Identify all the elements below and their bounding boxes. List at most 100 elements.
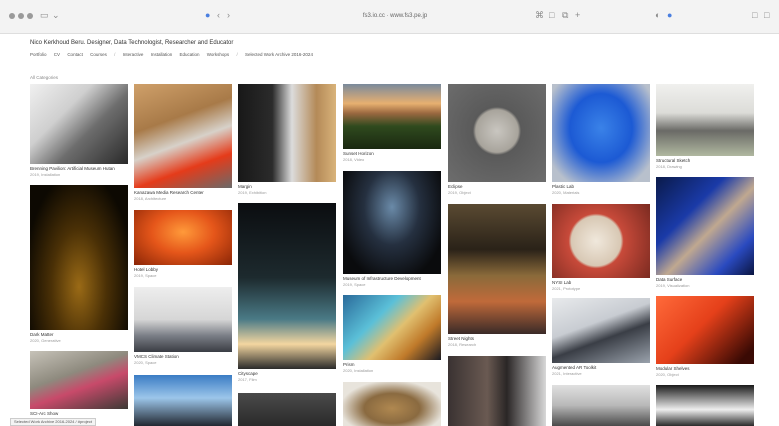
project-subtitle: 2020, Installation [343, 368, 374, 373]
nav-item[interactable]: Portfolio [30, 52, 47, 57]
project-title: Brenning Pavilion: Artificial Museum Hut… [30, 166, 115, 171]
project-tile[interactable] [134, 375, 232, 426]
project-subtitle: 2018, Drawing [656, 164, 682, 169]
browser-toolbar: ▭ ⌄ ● ‹ › fs3.io.cc · www.fs3.pe.jp ⌘ □ … [0, 0, 779, 34]
project-tile[interactable]: Hotel Lobby 2019, Space [134, 210, 232, 279]
maximize-window-button[interactable] [27, 13, 33, 19]
project-tile[interactable]: Kanazawa Media Research Center 2018, Arc… [134, 84, 232, 202]
project-image [552, 204, 650, 278]
nav-item[interactable]: CV [54, 52, 60, 57]
project-subtitle: 2020, Object [656, 372, 679, 377]
project-title: Augmented AR Toolkit [552, 365, 597, 370]
project-tile[interactable]: Structural Sketch 2018, Drawing [656, 84, 754, 170]
address-bar[interactable]: fs3.io.cc · www.fs3.pe.jp [330, 11, 460, 21]
nav-separator: / [236, 52, 238, 57]
project-tile[interactable]: Dark Matter 2020, Generative [30, 185, 128, 345]
project-title: Cityscape [238, 371, 258, 376]
nav-item[interactable]: Interactive [123, 52, 144, 57]
project-subtitle: 2019, Space [343, 282, 366, 287]
project-image [343, 295, 441, 360]
project-image [343, 171, 441, 274]
project-tile[interactable]: Sunset Horizon 2018, Video [343, 84, 441, 164]
menu-icon[interactable]: □ [764, 9, 769, 21]
project-tile[interactable]: Prism 2020, Installation [343, 295, 441, 375]
project-image [656, 177, 754, 275]
project-tile[interactable]: SCI-Arc Show 2021, Exhibition [30, 351, 128, 426]
project-image [448, 356, 546, 426]
project-subtitle: 2020, Space [134, 360, 157, 365]
project-image [656, 84, 754, 156]
project-title: Hotel Lobby [134, 267, 159, 272]
project-subtitle: 2018, Research [448, 342, 477, 347]
project-tile[interactable]: Street Nights 2018, Research [448, 204, 546, 349]
nav-item[interactable]: Selected Work Archive 2016-2024 [245, 52, 313, 57]
extension-icon[interactable]: ◐ [655, 9, 660, 21]
project-image [343, 84, 441, 149]
section-label: All Categories [30, 75, 59, 80]
project-image [134, 375, 232, 426]
project-tile[interactable]: Data Surface 2019, Visualization [656, 177, 754, 289]
project-image [134, 84, 232, 188]
nav-item[interactable]: Education [179, 52, 199, 57]
project-tile[interactable] [448, 356, 546, 426]
project-image [134, 287, 232, 352]
project-tile[interactable]: NYSI Lab 2021, Prototype [552, 204, 650, 292]
project-subtitle: 2017, Film [238, 377, 257, 382]
nav-item[interactable]: Installation [151, 52, 173, 57]
nav-item[interactable]: Workshops [207, 52, 229, 57]
project-title: Kanazawa Media Research Center [134, 190, 204, 195]
translate-icon[interactable]: ⌘ [535, 9, 544, 21]
downloads-icon[interactable]: □ [752, 9, 757, 21]
project-tile[interactable] [343, 382, 441, 426]
back-icon[interactable]: ‹ [217, 9, 220, 21]
project-title: SCI-Arc Show [30, 411, 59, 416]
project-title: Margin [238, 184, 252, 189]
project-tile[interactable]: Modular Shelves 2020, Object [656, 296, 754, 378]
project-image [552, 298, 650, 363]
project-tile[interactable] [552, 385, 650, 426]
project-image [552, 385, 650, 426]
project-image [30, 351, 128, 409]
project-subtitle: 2019, Space [134, 273, 157, 278]
chevron-down-icon[interactable]: ⌄ [52, 9, 60, 21]
new-tab-icon[interactable]: + [575, 9, 580, 21]
profile-icon[interactable]: ● [667, 9, 672, 21]
project-tile[interactable]: Margin 2019, Exhibition [238, 84, 336, 196]
project-title: Eclipse [448, 184, 463, 189]
project-subtitle: 2019, Exhibition [238, 190, 267, 195]
project-subtitle: 2021, Interactive [552, 371, 582, 376]
project-title: Modular Shelves [656, 366, 690, 371]
sidebar-icon[interactable]: ▭ [40, 9, 49, 21]
project-subtitle: 2018, Architecture [134, 196, 167, 201]
nav-item[interactable]: Courses [90, 52, 107, 57]
project-title: Structural Sketch [656, 158, 691, 163]
project-tile[interactable]: Museum of Infrastructure Development 201… [343, 171, 441, 289]
project-tile[interactable]: Brenning Pavilion: Artificial Museum Hut… [30, 84, 128, 179]
project-tile[interactable]: Augmented AR Toolkit 2021, Interactive [552, 298, 650, 378]
nav-separator: / [114, 52, 116, 57]
project-image [30, 84, 128, 164]
project-subtitle: 2021, Prototype [552, 286, 581, 291]
page-content: Nico Kerkhoud Beru. Designer, Data Techn… [0, 34, 779, 426]
browser-window: ▭ ⌄ ● ‹ › fs3.io.cc · www.fs3.pe.jp ⌘ □ … [0, 0, 779, 426]
project-image [238, 393, 336, 426]
project-image [448, 204, 546, 334]
nav-item[interactable]: Contact [67, 52, 83, 57]
project-subtitle: 2019, Object [448, 190, 471, 195]
project-image [656, 296, 754, 364]
tabs-icon[interactable]: ⧉ [562, 9, 568, 21]
site-title: Nico Kerkhoud Beru. Designer, Data Techn… [30, 40, 234, 46]
project-image [134, 210, 232, 265]
close-window-button[interactable] [9, 13, 15, 19]
project-tile[interactable]: Eclipse 2019, Object [448, 84, 546, 196]
project-tile[interactable] [238, 393, 336, 426]
share-icon[interactable]: □ [549, 9, 554, 21]
minimize-window-button[interactable] [18, 13, 24, 19]
project-tile[interactable] [656, 385, 754, 426]
project-title: NYSI Lab [552, 280, 572, 285]
project-tile[interactable]: Cityscape 2017, Film [238, 203, 336, 383]
project-tile[interactable]: Plastic Lab 2020, Materials [552, 84, 650, 196]
shield-icon[interactable]: ● [205, 9, 210, 21]
project-tile[interactable]: VMCS Climate Station 2020, Space [134, 287, 232, 367]
forward-icon[interactable]: › [227, 9, 230, 21]
